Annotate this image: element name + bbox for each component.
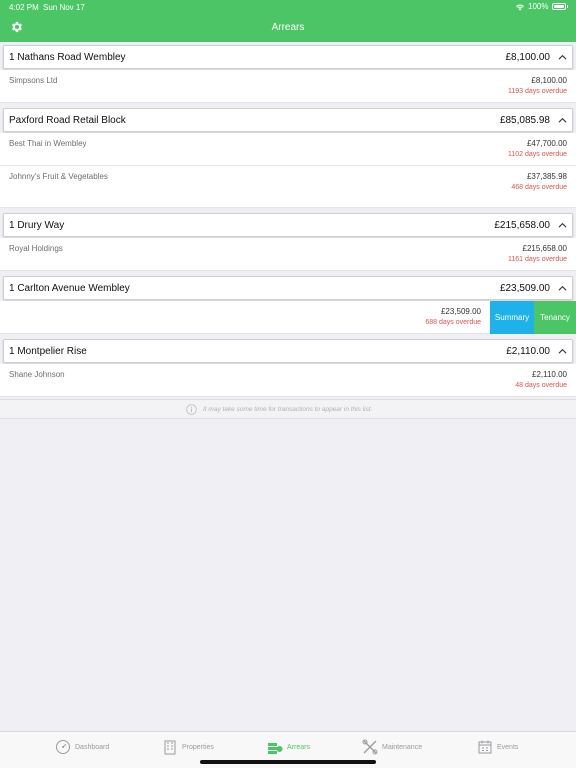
property-total: £23,509.00 <box>499 283 550 294</box>
tab-properties[interactable]: Properties <box>162 739 214 755</box>
tenant-name: Royal Holdings <box>9 244 63 253</box>
money-stack-icon <box>268 743 283 754</box>
tenant-amount: £47,700.00 <box>526 139 567 148</box>
overdue-label: 1102 days overdue <box>507 151 567 158</box>
tab-label: Maintenance <box>382 743 423 751</box>
property-header-montpelier-rise[interactable]: 1 Montpelier Rise £2,110.00 <box>3 339 573 363</box>
tab-label: Events <box>497 743 519 751</box>
tab-maintenance[interactable]: Maintenance <box>362 739 422 755</box>
calendar-icon <box>478 740 492 754</box>
status-time: 4:02 PM <box>9 3 39 12</box>
overdue-label: 1193 days overdue <box>507 88 567 95</box>
tenant-row[interactable]: Johnny's Fruit & Vegetables £37,385.98 4… <box>0 166 576 208</box>
property-name: Paxford Road Retail Block <box>9 115 126 126</box>
info-banner: It may take some time for transactions t… <box>0 399 576 419</box>
chevron-up-icon[interactable] <box>558 284 567 293</box>
overdue-label: 688 days overdue <box>425 319 481 326</box>
tenant-row[interactable]: Simpsons Ltd £8,100.00 1193 days overdue <box>0 70 576 103</box>
property-total: £8,100.00 <box>505 52 551 63</box>
info-icon <box>186 404 197 415</box>
property-total: £215,658.00 <box>494 220 550 231</box>
property-header-paxford-road[interactable]: Paxford Road Retail Block £85,085.98 <box>3 108 573 132</box>
tenant-name: Johnny's Fruit & Vegetables <box>9 172 108 181</box>
overdue-label: 468 days overdue <box>511 184 567 191</box>
tenant-row-swiped[interactable]: £23,509.00 688 days overdue Summary Tena… <box>0 301 576 334</box>
property-total: £2,110.00 <box>506 346 550 357</box>
property-total: £85,085.98 <box>499 115 550 126</box>
tenant-row[interactable]: Shane Johnson £2,110.00 48 days overdue <box>0 364 576 397</box>
property-header-drury-way[interactable]: 1 Drury Way £215,658.00 <box>3 213 573 237</box>
property-name: 1 Montpelier Rise <box>9 346 87 357</box>
tenancy-button[interactable]: Tenancy <box>534 301 576 334</box>
page-title: Arrears <box>271 22 305 33</box>
wifi-icon <box>516 4 524 10</box>
navigation-bar: 4:02 PM Sun Nov 17 100% Arrears <box>0 0 576 42</box>
tab-label: Properties <box>182 743 214 751</box>
tenant-amount: £215,658.00 <box>522 244 568 253</box>
tab-dashboard[interactable]: Dashboard <box>55 739 109 755</box>
tab-label: Arrears <box>287 743 310 751</box>
home-indicator <box>200 760 376 764</box>
tab-label: Dashboard <box>75 743 110 751</box>
tools-icon <box>362 739 378 755</box>
tenant-amount: £8,100.00 <box>531 76 567 85</box>
tenant-name: Simpsons Ltd <box>9 76 58 85</box>
chevron-up-icon[interactable] <box>558 221 567 230</box>
summary-button[interactable]: Summary <box>490 301 534 334</box>
tab-events[interactable]: Events <box>477 739 518 755</box>
tenant-amount: £37,385.98 <box>526 172 567 181</box>
battery-percent: 100% <box>528 2 549 11</box>
chevron-up-icon[interactable] <box>558 347 567 356</box>
battery-icon <box>551 3 566 10</box>
overdue-label: 48 days overdue <box>515 382 567 389</box>
property-name: 1 Nathans Road Wembley <box>9 52 126 63</box>
tenant-amount: £2,110.00 <box>532 370 567 379</box>
overdue-label: 1161 days overdue <box>507 256 567 263</box>
status-indicators: 100% <box>515 2 568 11</box>
tab-arrears[interactable]: Arrears <box>267 739 310 755</box>
building-icon <box>164 740 176 755</box>
status-date: Sun Nov 17 <box>43 3 85 12</box>
property-header-carlton-avenue[interactable]: 1 Carlton Avenue Wembley £23,509.00 <box>3 276 573 300</box>
chevron-up-icon[interactable] <box>558 53 567 62</box>
tenant-row[interactable]: Best Thai in Wembley £47,700.00 1102 day… <box>0 133 576 166</box>
tenant-name: Best Thai in Wembley <box>9 139 87 148</box>
tenant-amount: £23,509.00 <box>440 307 481 316</box>
tenant-name: Shane Johnson <box>9 370 65 379</box>
tenant-row[interactable]: Royal Holdings £215,658.00 1161 days ove… <box>0 238 576 271</box>
property-name: 1 Drury Way <box>9 220 65 231</box>
property-header-nathans-road[interactable]: 1 Nathans Road Wembley £8,100.00 <box>3 45 573 69</box>
property-name: 1 Carlton Avenue Wembley <box>9 283 130 294</box>
speedometer-icon <box>56 740 70 754</box>
info-text: It may take some time for transactions t… <box>203 406 373 413</box>
chevron-up-icon[interactable] <box>558 116 567 125</box>
